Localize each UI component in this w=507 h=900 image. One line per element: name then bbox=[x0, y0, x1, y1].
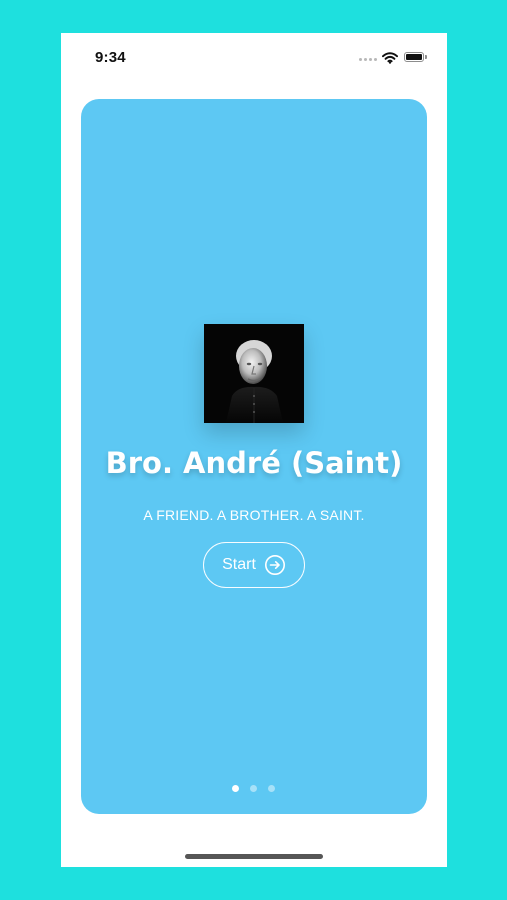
portrait-image bbox=[204, 324, 304, 423]
start-button-label: Start bbox=[222, 556, 256, 573]
status-bar: 9:34 bbox=[61, 33, 447, 83]
signal-dots-icon bbox=[359, 58, 379, 62]
home-indicator bbox=[185, 854, 323, 859]
arrow-circle-right-icon bbox=[264, 555, 285, 575]
page-dot-active[interactable] bbox=[232, 785, 239, 792]
status-time: 9:34 bbox=[95, 49, 126, 66]
page-dot[interactable] bbox=[250, 785, 257, 792]
card-title: Bro. André (Saint) bbox=[105, 446, 403, 480]
phone-screen: 9:34 Bro. André (Saint) A FRIEND. A BROT… bbox=[61, 33, 447, 867]
battery-icon bbox=[404, 52, 428, 64]
wifi-icon bbox=[382, 51, 398, 64]
page-dot[interactable] bbox=[268, 785, 275, 792]
card-subtitle: A FRIEND. A BROTHER. A SAINT. bbox=[143, 507, 365, 523]
page-indicator[interactable] bbox=[232, 785, 276, 793]
start-button[interactable]: Start bbox=[203, 542, 305, 588]
intro-card: Bro. André (Saint) A FRIEND. A BROTHER. … bbox=[81, 99, 427, 814]
